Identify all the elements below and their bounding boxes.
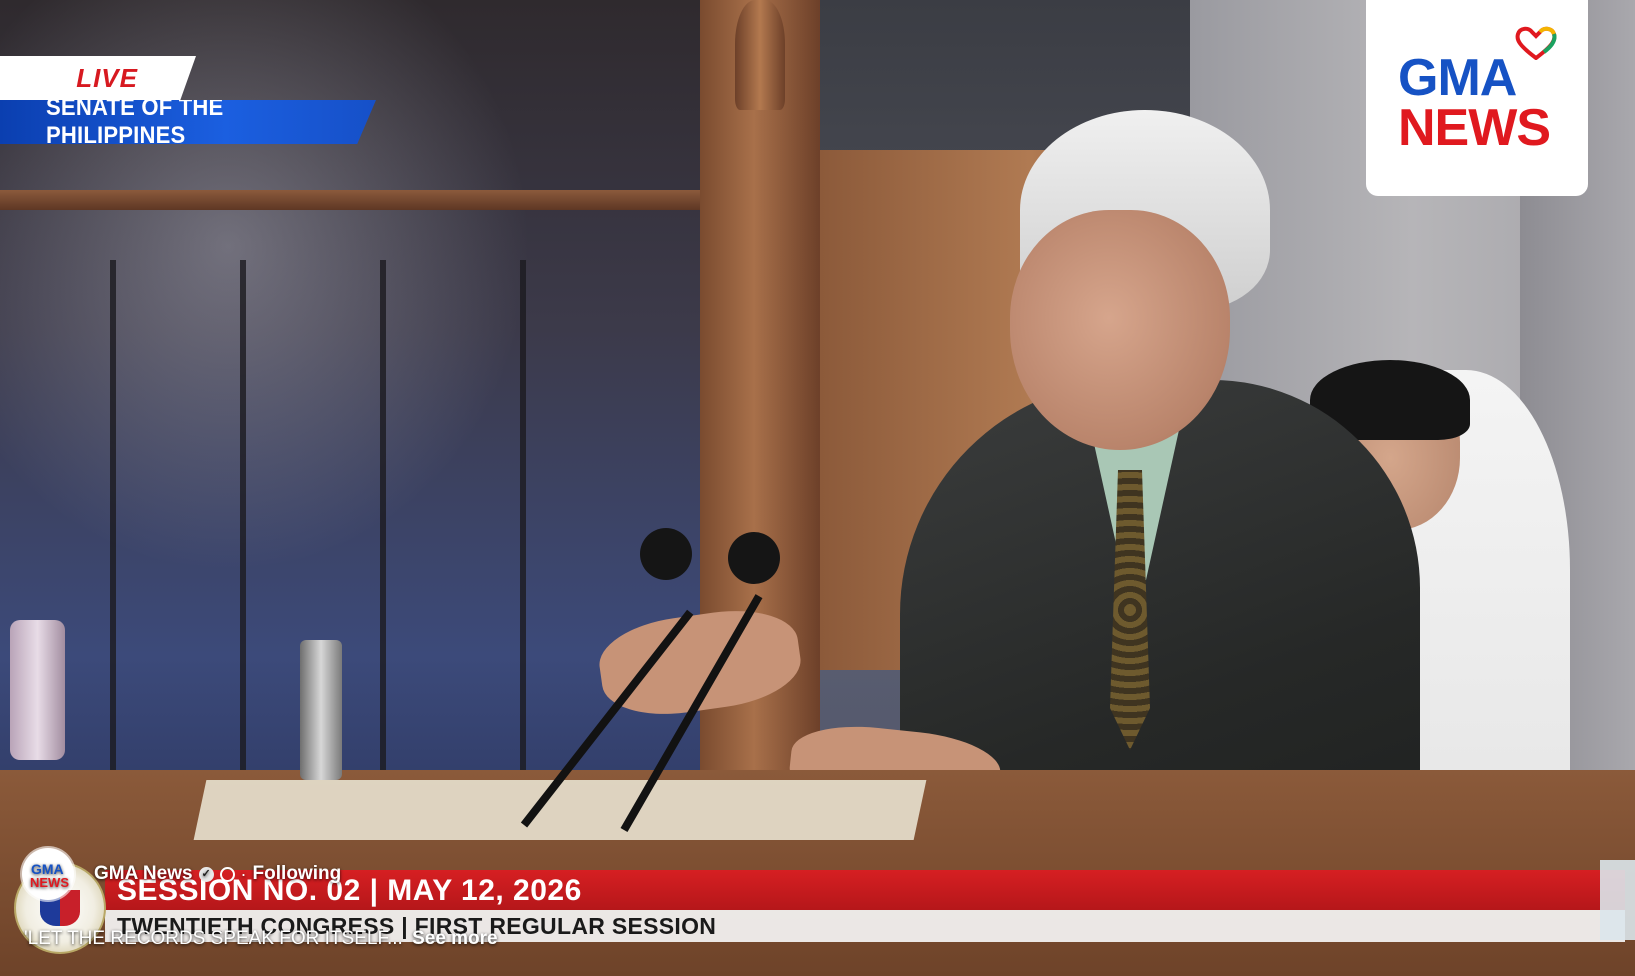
- caption-text: 'LET THE RECORDS SPEAK FOR ITSELF...: [24, 928, 403, 949]
- post-header: GMA NEWS GMA News ✓ · Following: [22, 848, 341, 900]
- gallery-rail: [0, 190, 740, 210]
- live-badge: LIVE: [0, 56, 196, 100]
- railing-bar: [520, 260, 526, 780]
- live-label: LIVE: [76, 62, 138, 93]
- verified-badge-icon: ✓: [198, 866, 214, 882]
- separator: ·: [240, 863, 247, 884]
- water-bottle: [10, 620, 65, 760]
- wood-finial: [735, 0, 785, 110]
- heart-logo-icon: [1515, 26, 1557, 60]
- speaker-face: [1010, 210, 1230, 450]
- right-edge-panel: [1600, 860, 1635, 940]
- venue-label: SENATE OF THE PHILIPPINES: [46, 94, 224, 149]
- logo-news-text: NEWS: [1398, 99, 1551, 157]
- logo-gma-text: GMA: [1398, 49, 1517, 107]
- venue-banner: SENATE OF THE PHILIPPINES: [0, 100, 376, 144]
- tumbler: [300, 640, 342, 780]
- avatar-news-text: NEWS: [30, 875, 69, 890]
- channel-name-link[interactable]: GMA News: [94, 863, 193, 885]
- gma-news-logo: GMA NEWS: [1366, 0, 1588, 196]
- railing-bar: [110, 260, 116, 780]
- channel-avatar[interactable]: GMA NEWS: [22, 848, 74, 900]
- desk-papers: [193, 780, 927, 840]
- following-button[interactable]: Following: [253, 863, 342, 885]
- railing-bar: [380, 260, 386, 780]
- globe-icon: [219, 866, 235, 882]
- microphone-icon: [728, 532, 780, 584]
- railing-bar: [240, 260, 246, 780]
- post-caption: 'LET THE RECORDS SPEAK FOR ITSELF... See…: [24, 928, 498, 950]
- microphone-icon: [640, 528, 692, 580]
- see-more-link[interactable]: See more: [412, 928, 498, 949]
